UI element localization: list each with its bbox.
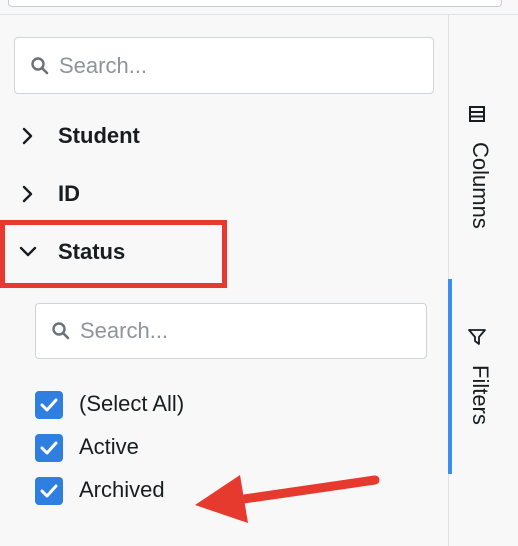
select-all-checkbox[interactable] [35, 391, 63, 419]
group-label-id: ID [58, 181, 80, 206]
archived-checkbox[interactable] [35, 477, 63, 505]
search-icon [52, 322, 70, 340]
top-toolbar-strip [0, 0, 518, 15]
chevron-right-icon[interactable] [18, 184, 38, 204]
column-search-placeholder: Search... [59, 52, 148, 78]
checkmark-icon [40, 398, 58, 412]
active-checkbox[interactable] [35, 434, 63, 462]
status-highlight-annotation [0, 220, 227, 288]
columns-icon [469, 106, 485, 122]
filter-option-label: (Select All) [79, 391, 185, 416]
group-id[interactable]: ID [0, 174, 448, 214]
group-student[interactable]: Student [0, 116, 448, 156]
filter-option-active[interactable]: Active [35, 432, 395, 462]
checkmark-icon [40, 484, 58, 498]
status-value-search-placeholder: Search... [80, 318, 169, 343]
side-bar: Columns Filters [448, 15, 518, 546]
tab-filters[interactable]: Filters [448, 279, 518, 474]
group-label-student: Student [58, 123, 140, 148]
filter-icon [468, 329, 486, 345]
filter-option-select-all[interactable]: (Select All) [35, 389, 395, 419]
filter-tool-panel: Search... Student ID Status Search... (S… [0, 15, 448, 546]
column-search-input[interactable]: Search... [14, 37, 434, 94]
tab-columns[interactable]: Columns [449, 100, 518, 250]
tab-filters-label: Filters [468, 365, 493, 425]
tab-columns-label: Columns [468, 142, 493, 229]
active-tab-indicator [448, 279, 452, 474]
filter-option-label: Active [79, 434, 139, 459]
top-input-edge [8, 0, 502, 7]
search-icon [31, 56, 49, 74]
arrow-annotation-icon [195, 475, 380, 523]
filter-option-label: Archived [79, 477, 165, 502]
status-value-search-input[interactable]: Search... [35, 303, 427, 359]
chevron-right-icon[interactable] [18, 126, 38, 146]
checkmark-icon [40, 441, 58, 455]
